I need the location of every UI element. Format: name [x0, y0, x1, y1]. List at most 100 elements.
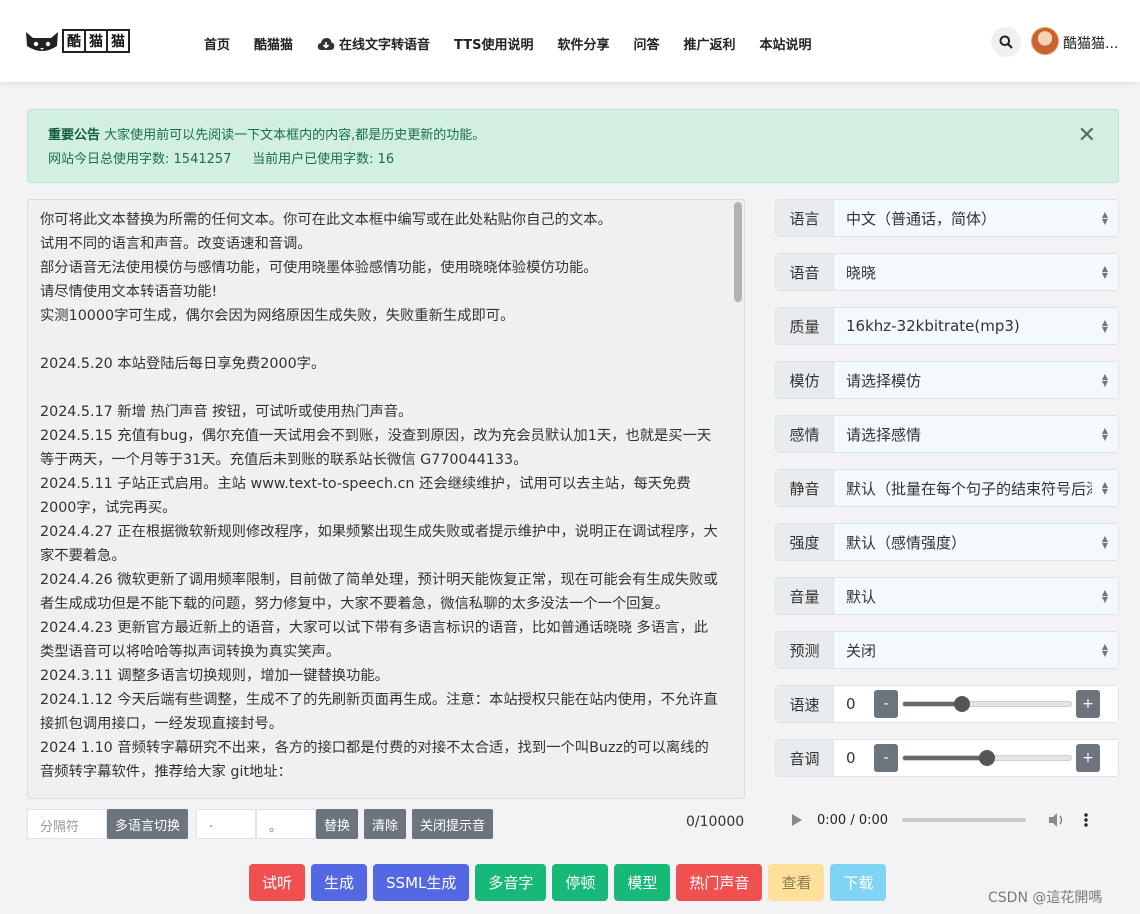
- option-value: 默认（批量在每个句子的结束符号后添加静音）: [846, 479, 1092, 498]
- action-button[interactable]: 查看: [768, 864, 825, 901]
- select-arrows-icon: ▲ ▼: [1101, 372, 1108, 388]
- option-select-row[interactable]: 语言 中文（普通话，简体） ▲ ▼: [775, 199, 1119, 237]
- text-line: [40, 376, 718, 400]
- site-logo[interactable]: 酷 猫 猫: [24, 26, 130, 56]
- text-line: 2024.4.23 更新官方最近新上的语音，大家可以试下带有多语言标识的语音，比…: [40, 620, 709, 660]
- logo-char: 猫: [84, 29, 108, 53]
- text-line: 2024.5.11 子站正式启用。主站 www.text-to-speech.c…: [40, 476, 691, 516]
- option-label: 质量: [776, 308, 834, 344]
- option-select[interactable]: 关闭 ▲ ▼: [834, 632, 1118, 668]
- tts-text-input[interactable]: 你可将此文本替换为所需的任何文本。你可在此文本框中编写或在此处粘贴你自己的文本。…: [27, 199, 745, 799]
- option-label: 语音: [776, 254, 834, 290]
- slider-handle[interactable]: [979, 750, 995, 766]
- select-arrows-icon: ▲ ▼: [1101, 588, 1108, 604]
- option-select-row[interactable]: 感情 请选择感情 ▲ ▼: [775, 415, 1119, 453]
- action-button[interactable]: 多音字: [475, 864, 547, 901]
- option-select[interactable]: 中文（普通话，简体） ▲ ▼: [834, 200, 1118, 236]
- slider-track[interactable]: [902, 696, 1072, 712]
- audio-player[interactable]: 0:00 / 0:00: [775, 794, 1119, 846]
- decrement-button[interactable]: -: [874, 744, 898, 772]
- slider-value: 0: [846, 749, 856, 767]
- slider-control: 0- +: [834, 740, 1118, 776]
- nav-item-online-tts[interactable]: 在线文字转语音: [305, 30, 442, 57]
- play-icon[interactable]: [791, 813, 803, 827]
- replace-to-input[interactable]: 。: [256, 809, 317, 839]
- nav-item-home[interactable]: 首页: [192, 30, 242, 57]
- nav-item-about[interactable]: 本站说明: [748, 30, 824, 57]
- audio-progress-bar[interactable]: [902, 818, 1027, 822]
- increment-button[interactable]: +: [1076, 690, 1100, 718]
- option-select-row[interactable]: 音量 默认 ▲ ▼: [775, 577, 1119, 615]
- option-select-row[interactable]: 质量 16khz-32kbitrate(mp3) ▲ ▼: [775, 307, 1119, 345]
- nav-item-referral[interactable]: 推广返利: [671, 30, 747, 57]
- option-select-row[interactable]: 静音默认（批量在每个句子的结束符号后添加静音） ▲▼: [775, 469, 1119, 507]
- volume-icon[interactable]: [1048, 812, 1066, 828]
- multi-language-switch-button[interactable]: 多语言切换: [107, 809, 189, 839]
- more-options-icon[interactable]: [1084, 812, 1088, 828]
- select-arrows-icon: ▲ ▼: [1101, 210, 1108, 226]
- action-buttons: 试听 生成 SSML生成 多音字 停顿 模型 热门声音 查看 下载: [249, 864, 887, 901]
- close-icon[interactable]: ✕: [1078, 124, 1096, 148]
- option-label: 预测: [776, 632, 834, 668]
- announcement-alert: 重要公告 大家使用前可以先阅读一下文本框内的内容,都是历史更新的功能。 网站今日…: [27, 109, 1119, 183]
- scrollbar-thumb[interactable]: [734, 202, 742, 302]
- option-select[interactable]: 默认（批量在每个句子的结束符号后添加静音） ▲▼: [834, 470, 1118, 506]
- text-line: 2024.3.11 调整多语言切换规则，增加一键替换功能。: [40, 668, 389, 684]
- select-arrows-icon: ▲ ▼: [1101, 318, 1108, 334]
- stats-user-value: 16: [377, 152, 395, 167]
- nav-item-qa[interactable]: 问答: [621, 30, 671, 57]
- action-button[interactable]: 停顿: [552, 864, 609, 901]
- nav-item-software[interactable]: 软件分享: [545, 30, 621, 57]
- slider-value: 0: [846, 695, 856, 713]
- decrement-button[interactable]: -: [874, 690, 898, 718]
- replace-from-input[interactable]: .: [196, 809, 257, 839]
- slider-control: 0- +: [834, 686, 1118, 722]
- option-select[interactable]: 16khz-32kbitrate(mp3) ▲ ▼: [834, 308, 1118, 344]
- option-value: 关闭: [846, 641, 877, 660]
- clear-button[interactable]: 清除: [364, 809, 407, 839]
- slider-track[interactable]: [902, 750, 1072, 766]
- text-line: 2024 1.10 音频转字幕研究不出来，各方的接口都是付费的对接不太合适，找到…: [40, 740, 709, 780]
- text-content: 你可将此文本替换为所需的任何文本。你可在此文本框中编写或在此处粘贴你自己的文本。…: [40, 208, 718, 784]
- option-select-row[interactable]: 语音 晓晓 ▲ ▼: [775, 253, 1119, 291]
- text-line: 试用不同的语言和声音。改变语速和音调。: [40, 236, 312, 252]
- option-select[interactable]: 默认（感情强度） ▲ ▼: [834, 524, 1118, 560]
- audio-time: 0:00 / 0:00: [817, 812, 889, 828]
- avatar[interactable]: [1031, 27, 1059, 55]
- username[interactable]: 酷猫猫...: [1063, 33, 1118, 53]
- action-button[interactable]: 热门声音: [676, 864, 763, 901]
- scrollbar[interactable]: [732, 200, 742, 798]
- watermark: CSDN @這花開嗎: [988, 890, 1103, 906]
- option-select[interactable]: 晓晓 ▲ ▼: [834, 254, 1118, 290]
- text-tools-row: 分隔符 多语言切换 . 。 替换 清除 关闭提示音: [27, 809, 494, 839]
- option-value: 请选择模仿: [846, 371, 922, 390]
- action-button[interactable]: 试听: [249, 864, 306, 901]
- nav-item-kumaomao[interactable]: 酷猫猫: [242, 30, 305, 57]
- increment-button[interactable]: +: [1076, 744, 1100, 772]
- option-select[interactable]: 请选择感情 ▲ ▼: [834, 416, 1118, 452]
- stats-total-label: 网站今日总使用字数:: [48, 152, 170, 167]
- separator-input[interactable]: 分隔符: [27, 809, 107, 839]
- action-button[interactable]: 下载: [830, 864, 887, 901]
- cloud-download-icon: [317, 37, 335, 50]
- option-select-row[interactable]: 模仿 请选择模仿 ▲ ▼: [775, 361, 1119, 399]
- nav-item-tts-guide[interactable]: TTS使用说明: [442, 30, 545, 57]
- option-select-row[interactable]: 预测 关闭 ▲ ▼: [775, 631, 1119, 669]
- search-button[interactable]: [991, 27, 1021, 57]
- text-line: 部分语音无法使用模仿与感情功能，可使用晓墨体验感情功能，使用晓晓体验模仿功能。: [40, 260, 598, 276]
- text-line: 2024.5.15 充值有bug，偶尔充值一天试用会不到账，没查到原因，改为充会…: [40, 428, 712, 468]
- select-arrows-icon: ▲ ▼: [1101, 534, 1108, 550]
- close-tip-sound-button[interactable]: 关闭提示音: [412, 809, 494, 839]
- option-select[interactable]: 默认 ▲ ▼: [834, 578, 1118, 614]
- action-button[interactable]: SSML生成: [373, 864, 470, 901]
- replace-button[interactable]: 替换: [316, 809, 359, 839]
- action-button[interactable]: 生成: [311, 864, 368, 901]
- slider-handle[interactable]: [953, 696, 970, 712]
- slider-row: 语速 0- +: [775, 685, 1119, 723]
- stats-total-value: 1541257: [173, 152, 232, 167]
- option-select[interactable]: 请选择模仿 ▲ ▼: [834, 362, 1118, 398]
- nav-item-label: 在线文字转语音: [339, 38, 431, 53]
- option-select-row[interactable]: 强度 默认（感情强度） ▲ ▼: [775, 523, 1119, 561]
- cat-logo-icon: [24, 28, 60, 54]
- action-button[interactable]: 模型: [614, 864, 671, 901]
